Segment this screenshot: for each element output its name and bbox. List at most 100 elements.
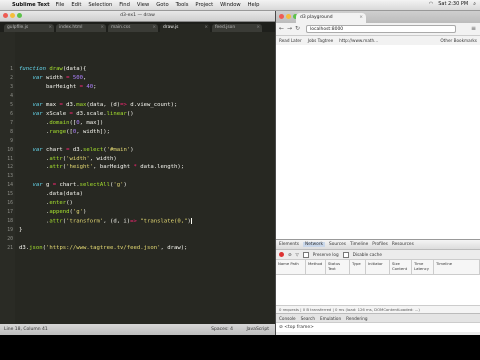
menu-file[interactable]: File [56, 2, 65, 8]
close-window-button[interactable] [279, 14, 284, 19]
menubar-status-area: ◠ Sat 2:30 PM ⌕ [429, 1, 476, 7]
syntax-selector[interactable]: JavaScript [246, 324, 269, 335]
devtools-tab-sources[interactable]: Sources [329, 242, 346, 247]
line-number: 18 [7, 219, 13, 225]
menu-selection[interactable]: Selection [88, 2, 112, 8]
bookmark-item[interactable]: Jobs Tagtree [308, 38, 333, 43]
clock[interactable]: Sat 2:30 PM [438, 1, 468, 7]
network-request-list[interactable] [276, 275, 480, 305]
mac-menubar: Sublime Text File Edit Selection Find Vi… [0, 0, 480, 11]
drawer-tab-bar: Console Search Emulation Rendering [276, 313, 480, 323]
close-tab-icon[interactable]: × [100, 24, 104, 32]
disable-cache-checkbox[interactable] [342, 251, 349, 258]
forward-arrow-icon[interactable]: → [287, 25, 292, 32]
editor-tab[interactable]: index.html × [56, 24, 106, 32]
sublime-window: d3-ex1 — draw gulpfile.js × index.html × m… [0, 11, 275, 335]
menu-view[interactable]: View [137, 2, 149, 8]
close-tab-icon[interactable]: × [359, 13, 363, 23]
editor-tab[interactable]: gulpfile.js × [4, 24, 54, 32]
editor-tab-label: gulpfile.js [7, 25, 29, 30]
line-number: 21 [7, 246, 13, 251]
browser-toolbar: ← → ↻ localhost:8000 ≡ [276, 23, 480, 36]
console-input[interactable]: ⊘ <top frame> [276, 323, 480, 332]
menu-project[interactable]: Project [195, 2, 213, 8]
line-number: 16 [7, 201, 13, 207]
code-line: .attr('transform', (d, i)=> "translate(0… [19, 218, 192, 225]
address-bar[interactable]: localhost:8000 [306, 25, 456, 33]
menu-tools[interactable]: Tools [176, 2, 189, 8]
browser-tab[interactable]: d3 playground × [296, 13, 366, 23]
frame-selector[interactable]: <top frame> [284, 325, 314, 330]
page-viewport[interactable] [276, 45, 480, 239]
column-header[interactable]: Timeline [434, 260, 480, 274]
line-number: 12 [7, 165, 13, 171]
column-header[interactable]: Name Path [276, 260, 306, 274]
column-header[interactable]: Type [350, 260, 366, 274]
code-line: var max = d3.max(data, (d)=> d.view_coun… [32, 101, 178, 108]
column-header[interactable]: Size Content [390, 260, 412, 274]
column-header[interactable]: Initiator [366, 260, 390, 274]
network-summary: 0 requests | 0 B transferred | 0 ms (loa… [276, 305, 480, 313]
drawer-tab-emulation[interactable]: Emulation [320, 316, 341, 321]
code-line: d3.json('https://www.tagtree.tv/feed.jso… [19, 245, 188, 251]
indentation-setting[interactable]: Spaces: 4 [211, 324, 233, 335]
column-header[interactable]: Method [306, 260, 326, 274]
menu-goto[interactable]: Goto [156, 2, 168, 8]
menu-edit[interactable]: Edit [71, 2, 81, 8]
devtools-tab-elements[interactable]: Elements [279, 242, 299, 247]
line-number: 5 [10, 102, 13, 108]
reload-icon[interactable]: ↻ [295, 25, 300, 32]
bookmark-item[interactable]: Read Later [279, 38, 302, 43]
preserve-log-checkbox[interactable] [302, 251, 309, 258]
code-editor[interactable]: 1 function draw(data){2 var width = 500, 3… [0, 32, 275, 324]
column-header[interactable]: Time Latency [412, 260, 434, 274]
close-tab-icon[interactable]: × [256, 24, 260, 32]
close-tab-icon[interactable]: × [48, 24, 52, 32]
editor-tab[interactable]: main.css × [108, 24, 158, 32]
devtools-tab-network[interactable]: Network [303, 242, 325, 247]
record-icon[interactable] [279, 252, 284, 257]
code-line: var chart = d3.select('#main') [32, 146, 134, 153]
menu-window[interactable]: Window [220, 2, 240, 8]
devtools-panel: Elements Network Sources Timeline Profil… [276, 239, 480, 335]
bookmark-item[interactable]: http://www.math... [339, 38, 378, 43]
disable-cache-label: Disable cache [352, 252, 382, 257]
code-line: } [19, 227, 23, 234]
sublime-window-title: d3-ex1 — draw [120, 13, 155, 18]
zoom-window-button[interactable] [17, 13, 22, 18]
close-window-button[interactable] [3, 13, 8, 18]
devtools-tab-bar: Elements Network Sources Timeline Profil… [276, 240, 480, 250]
spotlight-icon[interactable]: ⌕ [473, 1, 476, 7]
column-header[interactable]: Status Text [326, 260, 350, 274]
drawer-tab-rendering[interactable]: Rendering [346, 316, 367, 321]
text-cursor [190, 218, 192, 225]
close-tab-icon[interactable]: × [204, 24, 208, 32]
minimize-window-button[interactable] [286, 14, 291, 19]
window-controls [3, 13, 22, 18]
line-number: 8 [10, 129, 13, 135]
line-number: 17 [7, 210, 13, 216]
menu-help[interactable]: Help [248, 2, 260, 8]
minimize-window-button[interactable] [10, 13, 15, 18]
back-arrow-icon[interactable]: ← [279, 25, 284, 32]
close-tab-icon[interactable]: × [152, 24, 156, 32]
console-clear-icon[interactable]: ⊘ [279, 325, 283, 330]
drawer-tab-console[interactable]: Console [279, 316, 296, 321]
drawer-tab-search[interactable]: Search [301, 316, 315, 321]
wifi-icon[interactable]: ◠ [429, 1, 433, 7]
editor-tab-active[interactable]: draw.js × [160, 24, 210, 32]
devtools-tab-timeline[interactable]: Timeline [350, 242, 368, 247]
devtools-tab-resources[interactable]: Resources [392, 242, 414, 247]
other-bookmarks[interactable]: Other Bookmarks [440, 38, 477, 43]
menu-find[interactable]: Find [119, 2, 130, 8]
preserve-log-label: Preserve log [312, 252, 339, 257]
code-line: barHeight = 40; [19, 83, 97, 90]
chrome-menu-icon[interactable]: ≡ [471, 25, 476, 32]
line-number: 14 [7, 183, 13, 189]
clear-icon[interactable]: ⊘ [288, 252, 292, 257]
line-number: 7 [10, 120, 13, 126]
editor-tab[interactable]: feed.json × [212, 24, 262, 32]
devtools-tab-profiles[interactable]: Profiles [372, 242, 388, 247]
menubar-app-name[interactable]: Sublime Text [12, 2, 50, 8]
filter-icon[interactable]: ▽ [296, 252, 299, 257]
